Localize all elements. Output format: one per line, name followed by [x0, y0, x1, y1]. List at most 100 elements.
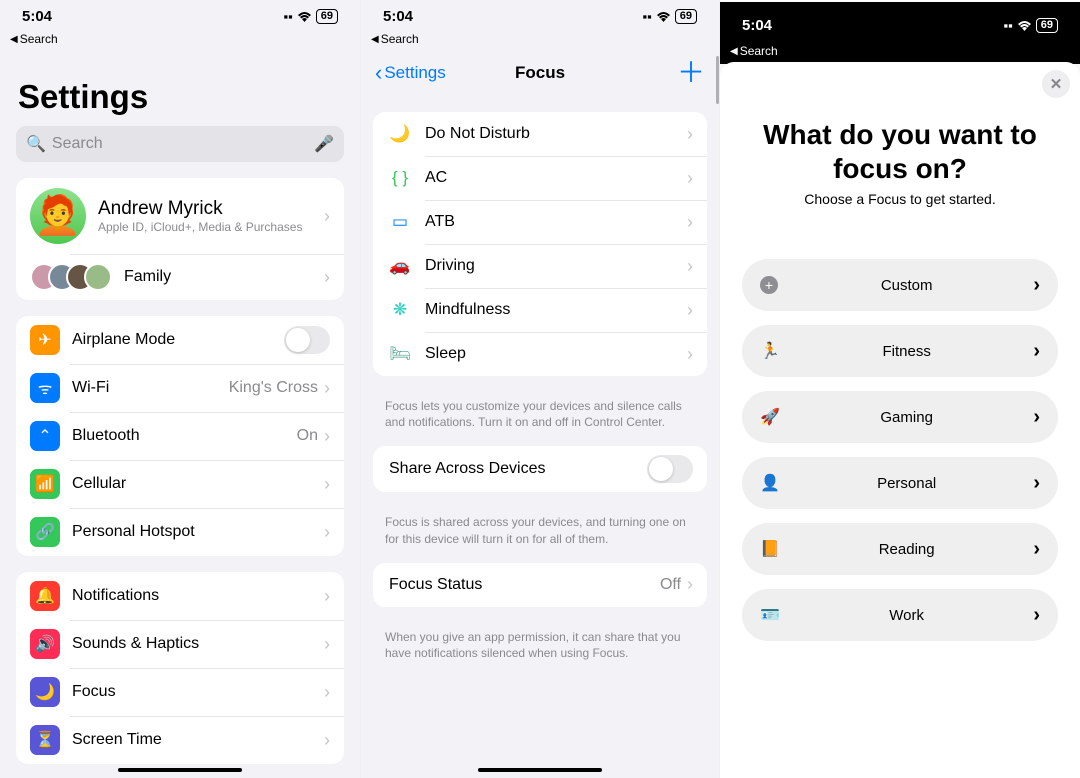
caret-left-icon: ◀ [10, 34, 18, 45]
home-indicator[interactable] [478, 768, 602, 772]
share-desc: Focus is shared across your devices, and… [361, 508, 719, 546]
focus-choice-custom[interactable]: +Custom› [742, 259, 1058, 311]
back-to-search[interactable]: ◀Search [0, 30, 360, 52]
chevron-right-icon: › [687, 574, 693, 595]
focus-icon: 🛏 [387, 344, 413, 364]
settings-row-personal-hotspot[interactable]: 🔗Personal Hotspot› [16, 508, 344, 556]
search-input[interactable]: 🔍 Search 🎤 [16, 126, 344, 162]
cellular-icon: ▪▪ [1004, 18, 1013, 33]
wifi-icon [1017, 20, 1032, 31]
choice-icon: 📙 [760, 539, 780, 559]
focus-status-card: Focus Status Off › [373, 563, 707, 607]
settings-row-focus[interactable]: 🌙Focus› [16, 668, 344, 716]
focus-choice-work[interactable]: 🪪Work› [742, 589, 1058, 641]
focus-label: AC [425, 169, 687, 187]
share-across-devices-row[interactable]: Share Across Devices [373, 446, 707, 492]
focus-row-ac[interactable]: { }AC› [373, 156, 707, 200]
sound-icon: 🔊 [30, 629, 60, 659]
choice-label: Reading [780, 541, 1033, 558]
home-indicator[interactable] [118, 768, 242, 772]
focus-row-mindfulness[interactable]: ❋Mindfulness› [373, 288, 707, 332]
back-to-search[interactable]: ◀Search [720, 42, 1080, 64]
settings-row-cellular[interactable]: 📶 Cellular› [16, 460, 344, 508]
settings-row-notifications[interactable]: 🔔Notifications› [16, 572, 344, 620]
cellular-icon: ▪▪ [284, 9, 293, 24]
row-label: Cellular [72, 475, 324, 493]
focus-choice-gaming[interactable]: 🚀Gaming› [742, 391, 1058, 443]
status-bar: 5:04 ▪▪ 69 [720, 2, 1080, 42]
focus-row-driving[interactable]: 🚗Driving› [373, 244, 707, 288]
focus-icon: ❋ [387, 300, 413, 320]
profile-card: 🧑‍🦰 Andrew Myrick Apple ID, iCloud+, Med… [16, 178, 344, 300]
mic-icon[interactable]: 🎤 [314, 134, 334, 154]
focus-icon: 🌙 [387, 124, 413, 144]
chevron-right-icon: › [1033, 274, 1040, 297]
search-icon: 🔍 [26, 134, 46, 154]
profile-sub: Apple ID, iCloud+, Media & Purchases [98, 220, 324, 234]
row-label: Bluetooth [72, 427, 297, 445]
row-label: Focus [72, 683, 324, 701]
close-button[interactable]: ✕ [1042, 70, 1070, 98]
focus-row-atb[interactable]: ▭ATB› [373, 200, 707, 244]
back-to-search[interactable]: ◀Search [361, 30, 719, 52]
chevron-right-icon: › [1033, 472, 1040, 495]
chevron-left-icon: ‹ [375, 60, 382, 86]
row-label: Personal Hotspot [72, 523, 324, 541]
profile-row[interactable]: 🧑‍🦰 Andrew Myrick Apple ID, iCloud+, Med… [16, 178, 344, 254]
choice-label: Work [780, 607, 1033, 624]
focus-icon: { } [387, 168, 413, 188]
status-icons: ▪▪ 69 [643, 9, 697, 24]
row-label: Screen Time [72, 731, 324, 749]
focus-choice-reading[interactable]: 📙Reading› [742, 523, 1058, 575]
settings-row-screen-time[interactable]: ⏳Screen Time› [16, 716, 344, 764]
share-toggle[interactable] [647, 455, 693, 483]
row-value: On [297, 427, 318, 445]
focus-icon: ▭ [387, 212, 413, 232]
chevron-right-icon: › [324, 267, 330, 288]
hotspot-icon: 🔗 [30, 517, 60, 547]
back-button[interactable]: ‹Settings [375, 60, 446, 86]
chevron-right-icon: › [1033, 340, 1040, 363]
cell-icon: 📶 [30, 469, 60, 499]
settings-row-sounds-haptics[interactable]: 🔊Sounds & Haptics› [16, 620, 344, 668]
add-focus-screen: 5:04 ▪▪ 69 ◀Search ✕ What do you want to… [720, 0, 1080, 778]
family-row[interactable]: Family › [16, 254, 344, 300]
scroll-indicator [716, 56, 719, 104]
family-avatars [30, 263, 112, 291]
focus-sheet: ✕ What do you want to focus on? Choose a… [720, 62, 1080, 778]
settings-row-airplane-mode[interactable]: ✈Airplane Mode [16, 316, 344, 364]
row-label: Wi-Fi [72, 379, 229, 397]
battery-indicator: 69 [1036, 18, 1058, 33]
toggle[interactable] [284, 326, 330, 354]
focus-row-sleep[interactable]: 🛏Sleep› [373, 332, 707, 376]
page-title: Settings [0, 52, 360, 126]
focus-status-row[interactable]: Focus Status Off › [373, 563, 707, 607]
focus-settings-screen: 5:04 ▪▪ 69 ◀Search ‹Settings Focus ＋ 🌙Do… [360, 0, 720, 778]
add-focus-button[interactable]: ＋ [677, 63, 705, 83]
chevron-right-icon: › [1033, 406, 1040, 429]
focus-row-do-not-disturb[interactable]: 🌙Do Not Disturb› [373, 112, 707, 156]
choice-label: Personal [780, 475, 1033, 492]
choice-label: Custom [780, 277, 1033, 294]
row-label: Airplane Mode [72, 331, 284, 349]
chevron-right-icon: › [324, 586, 330, 607]
nav-title: Focus [515, 63, 565, 83]
status-time: 5:04 [22, 8, 52, 25]
search-placeholder: Search [52, 135, 103, 153]
wifi-icon [297, 11, 312, 22]
chevron-right-icon: › [687, 344, 693, 365]
choice-icon: 👤 [760, 473, 780, 493]
caret-left-icon: ◀ [730, 46, 738, 57]
battery-indicator: 69 [675, 9, 697, 24]
chevron-right-icon: › [324, 474, 330, 495]
settings-group: ✈Airplane ModeᯤWi-FiKing's Cross›⌃Blueto… [16, 316, 344, 556]
focus-list: 🌙Do Not Disturb› { } AC › ▭ATB›🚗Driving›❋Min… [373, 112, 707, 376]
status-time: 5:04 [383, 8, 413, 25]
focus-choice-personal[interactable]: 👤Personal› [742, 457, 1058, 509]
settings-row-wi-fi[interactable]: ᯤWi-FiKing's Cross› [16, 364, 344, 412]
focus-label: Driving [425, 257, 687, 275]
status-time: 5:04 [742, 17, 772, 34]
settings-row-bluetooth[interactable]: ⌃BluetoothOn› [16, 412, 344, 460]
moon-icon: 🌙 [30, 677, 60, 707]
focus-choice-fitness[interactable]: 🏃Fitness› [742, 325, 1058, 377]
